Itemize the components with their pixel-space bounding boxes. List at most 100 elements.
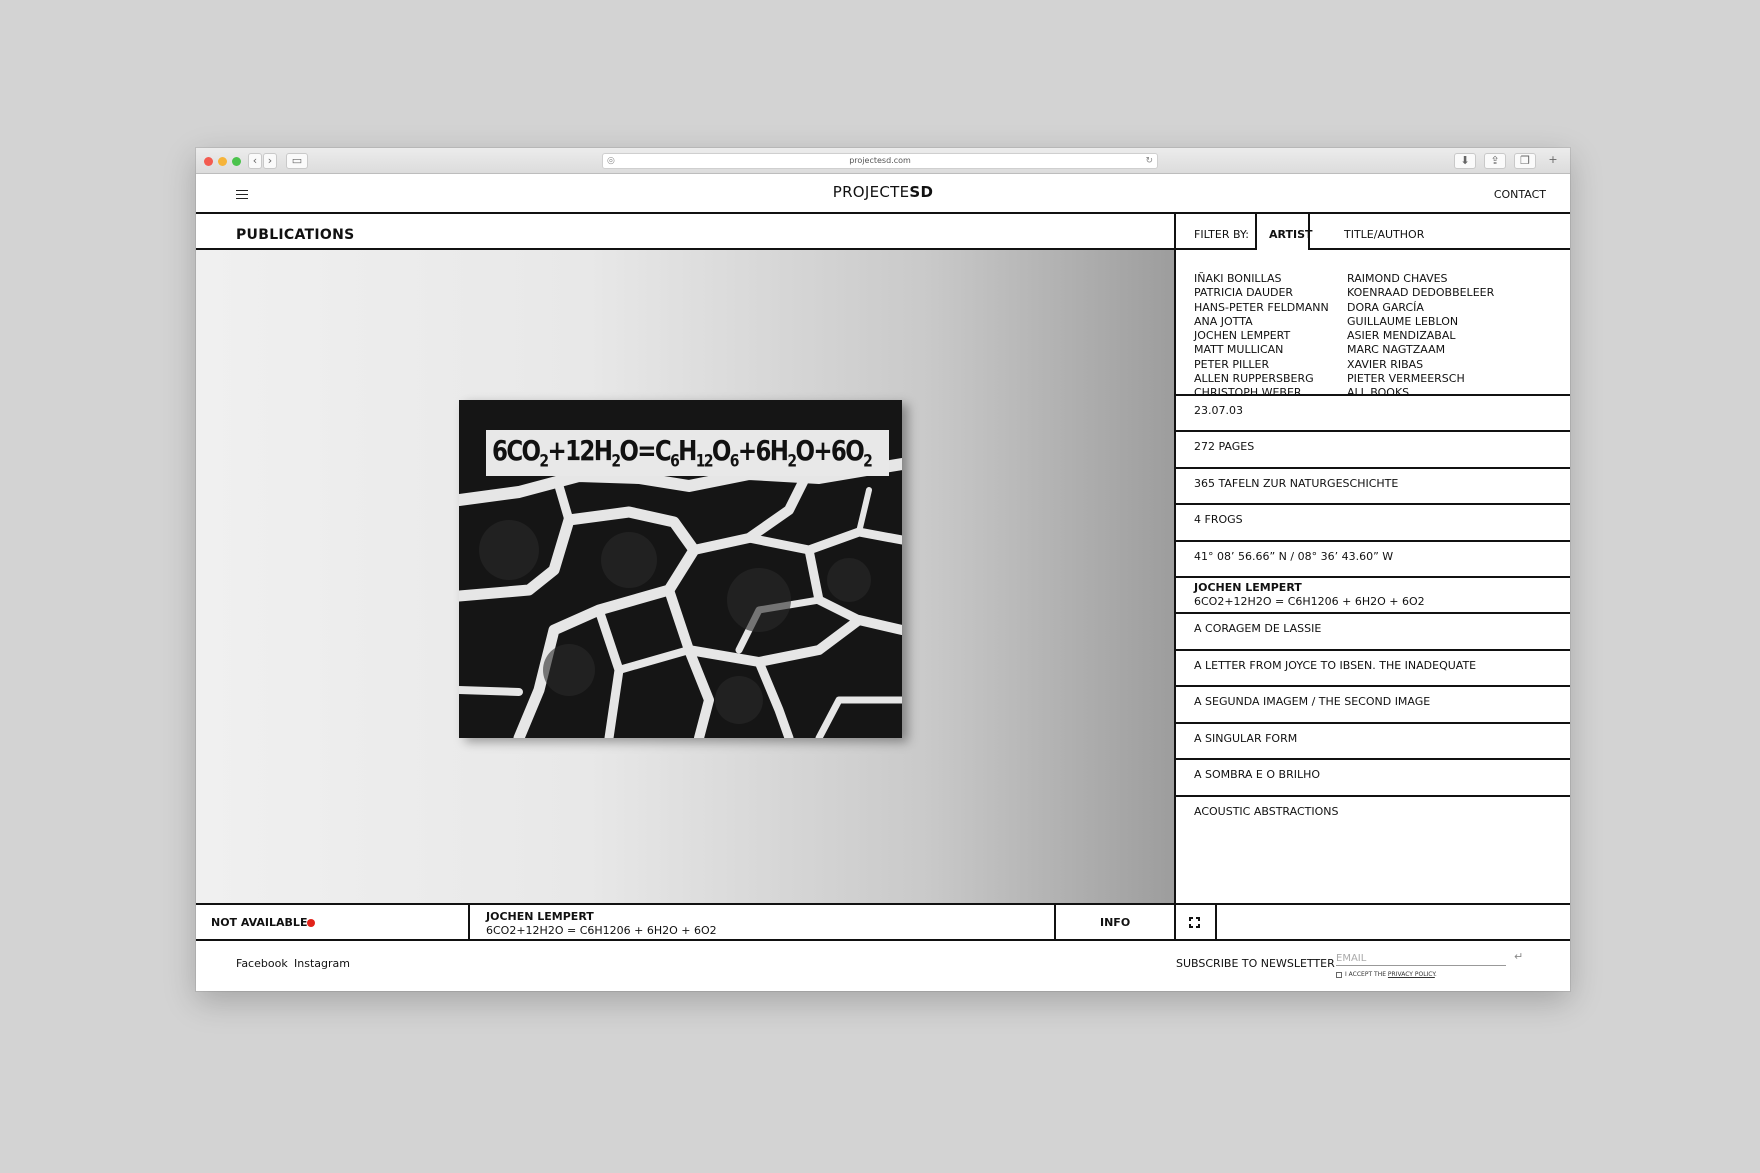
divider xyxy=(1308,212,1310,250)
logo-text-bold: SD xyxy=(909,183,934,201)
divider xyxy=(1174,430,1570,432)
artist-link[interactable]: IÑAKI BONILLAS xyxy=(1194,272,1329,286)
consent-checkbox[interactable] xyxy=(1336,971,1342,978)
new-tab-button[interactable]: + xyxy=(1546,153,1560,169)
address-bar[interactable]: ◎ projectesd.com ↻ xyxy=(602,153,1158,169)
instagram-link[interactable]: Instagram xyxy=(294,957,350,970)
selected-artist: JOCHEN LEMPERT xyxy=(1194,581,1302,594)
website: PROJECTESD CONTACT PUBLICATIONS FILTER B… xyxy=(196,174,1570,991)
page-title: PUBLICATIONS xyxy=(236,227,355,243)
expand-icon[interactable] xyxy=(1189,917,1200,928)
divider xyxy=(1174,649,1570,651)
tabs-icon[interactable]: ❐ xyxy=(1514,153,1536,169)
logo-text-light: PROJECTE xyxy=(832,183,910,201)
enter-icon[interactable]: ↵ xyxy=(1514,950,1523,963)
current-title: 6CO2+12H2O = C6H1206 + 6H2O + 6O2 xyxy=(486,924,717,937)
divider xyxy=(1174,394,1570,396)
divider xyxy=(1174,540,1570,542)
artist-link[interactable]: PIETER VERMEERSCH xyxy=(1347,372,1494,386)
list-item-selected[interactable]: JOCHEN LEMPERT 6CO2+12H2O = C6H1206 + 6H… xyxy=(1194,581,1425,609)
list-item[interactable]: 365 TAFELN ZUR NATURGESCHICHTE xyxy=(1194,477,1398,491)
browser-window: ‹ › ▭ ◎ projectesd.com ↻ ⬇ ⇪ ❐ + PROJECT… xyxy=(196,148,1570,991)
artist-link[interactable]: PETER PILLER xyxy=(1194,358,1329,372)
filter-label: FILTER BY: xyxy=(1194,228,1249,241)
filter-tab-title-author[interactable]: TITLE/AUTHOR xyxy=(1344,228,1424,241)
divider xyxy=(196,903,1570,905)
back-icon[interactable]: ‹ xyxy=(248,153,262,169)
availability-status: NOT AVAILABLE xyxy=(211,916,308,929)
artist-link[interactable]: MATT MULLICAN xyxy=(1194,343,1329,357)
browser-toolbar: ‹ › ▭ ◎ projectesd.com ↻ ⬇ ⇪ ❐ + xyxy=(196,148,1570,174)
artist-link[interactable]: XAVIER RIBAS xyxy=(1347,358,1494,372)
artist-link[interactable]: RAIMOND CHAVES xyxy=(1347,272,1494,286)
artist-link[interactable]: ALLEN RUPPERSBERG xyxy=(1194,372,1329,386)
artist-link[interactable]: PATRICIA DAUDER xyxy=(1194,286,1329,300)
divider xyxy=(196,939,1570,941)
artist-link[interactable]: GUILLAUME LEBLON xyxy=(1347,315,1494,329)
list-item[interactable]: 272 PAGES xyxy=(1194,440,1254,454)
status-dot-icon xyxy=(307,919,315,927)
current-publication: JOCHEN LEMPERT 6CO2+12H2O = C6H1206 + 6H… xyxy=(486,910,717,938)
contact-link[interactable]: CONTACT xyxy=(1494,188,1546,201)
divider xyxy=(1174,685,1570,687)
artist-link[interactable]: KOENRAAD DEDOBBELEER xyxy=(1347,286,1494,300)
list-item[interactable]: 23.07.03 xyxy=(1194,404,1243,418)
artist-column-1: IÑAKI BONILLAS PATRICIA DAUDER HANS-PETER … xyxy=(1194,272,1329,401)
facebook-link[interactable]: Facebook xyxy=(236,957,288,970)
divider xyxy=(1255,212,1257,250)
divider xyxy=(1174,503,1570,505)
divider xyxy=(1174,758,1570,760)
artist-link[interactable]: ANA JOTTA xyxy=(1194,315,1329,329)
divider xyxy=(1174,467,1570,469)
artist-link[interactable]: JOCHEN LEMPERT xyxy=(1194,329,1329,343)
artist-link[interactable]: MARC NAGTZAAM xyxy=(1347,343,1494,357)
list-item[interactable]: A CORAGEM DE LASSIE xyxy=(1194,622,1321,636)
list-item[interactable]: A SEGUNDA IMAGEM / THE SECOND IMAGE xyxy=(1194,695,1430,709)
consent-text: I ACCEPT THE xyxy=(1345,971,1388,978)
divider xyxy=(196,212,1570,214)
divider xyxy=(468,904,470,941)
artist-link[interactable]: HANS-PETER FELDMANN xyxy=(1194,301,1329,315)
cover-title-strip: 6CO2+12H2O=C6H12O6+6H2O+6O2 xyxy=(486,430,889,476)
list-item[interactable]: ACOUSTIC ABSTRACTIONS xyxy=(1194,805,1338,819)
divider xyxy=(1174,722,1570,724)
artist-link[interactable]: ASIER MENDIZABAL xyxy=(1347,329,1494,343)
share-icon[interactable]: ⇪ xyxy=(1484,153,1506,169)
privacy-consent[interactable]: I ACCEPT THE PRIVACY POLICY. xyxy=(1336,971,1437,978)
list-item[interactable]: A LETTER FROM JOYCE TO IBSEN. THE INADEQ… xyxy=(1194,659,1476,673)
reload-icon[interactable]: ↻ xyxy=(1145,154,1153,168)
info-button[interactable]: INFO xyxy=(1100,916,1130,929)
list-item[interactable]: A SINGULAR FORM xyxy=(1194,732,1297,746)
divider xyxy=(1174,795,1570,797)
zoom-window-button[interactable] xyxy=(232,157,241,166)
privacy-policy-link[interactable]: PRIVACY POLICY xyxy=(1388,971,1435,978)
book-cover: 6CO2+12H2O=C6H12O6+6H2O+6O2 xyxy=(459,400,902,738)
divider xyxy=(1215,904,1217,941)
list-item[interactable]: 41° 08’ 56.66” N / 08° 36’ 43.60” W xyxy=(1194,550,1393,564)
divider xyxy=(1174,576,1570,578)
site-logo[interactable]: PROJECTESD xyxy=(196,183,1570,201)
minimize-window-button[interactable] xyxy=(218,157,227,166)
list-item[interactable]: A SOMBRA E O BRILHO xyxy=(1194,768,1320,782)
cover-formula: 6CO2+12H2O=C6H12O6+6H2O+6O2 xyxy=(492,434,873,472)
artist-link[interactable]: DORA GARCÍA xyxy=(1347,301,1494,315)
consent-suffix: . xyxy=(1434,971,1437,978)
publication-image: 6CO2+12H2O=C6H12O6+6H2O+6O2 xyxy=(196,250,1174,904)
newsletter-label: SUBSCRIBE TO NEWSLETTER xyxy=(1176,957,1335,970)
list-item[interactable]: 4 FROGS xyxy=(1194,513,1243,527)
site-info-icon[interactable]: ◎ xyxy=(607,154,615,168)
filter-tab-artist[interactable]: ARTIST xyxy=(1269,228,1313,241)
forward-icon[interactable]: › xyxy=(263,153,277,169)
sidebar-icon[interactable]: ▭ xyxy=(286,153,308,169)
close-window-button[interactable] xyxy=(204,157,213,166)
divider xyxy=(1174,612,1570,614)
divider xyxy=(1174,904,1176,941)
current-artist: JOCHEN LEMPERT xyxy=(486,910,594,923)
divider xyxy=(1054,904,1056,941)
email-field[interactable] xyxy=(1336,952,1506,966)
divider xyxy=(1174,212,1176,905)
selected-title: 6CO2+12H2O = C6H1206 + 6H2O + 6O2 xyxy=(1194,595,1425,608)
download-icon[interactable]: ⬇ xyxy=(1454,153,1476,169)
active-tab-gap xyxy=(1257,248,1308,250)
url-text: projectesd.com xyxy=(849,156,911,165)
